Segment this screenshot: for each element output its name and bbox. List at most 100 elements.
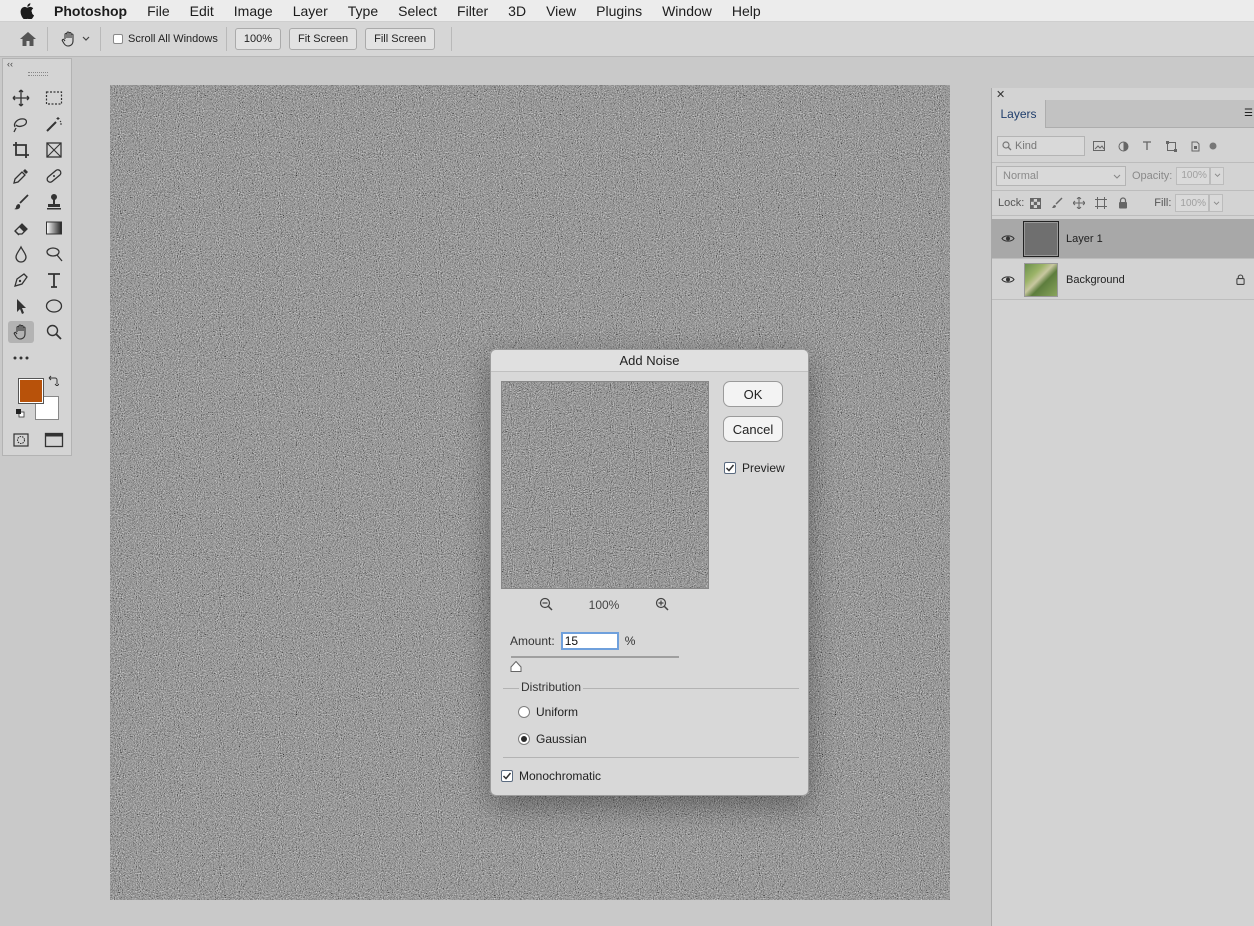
frame-tool-icon[interactable] [41,139,67,161]
fit-screen-button[interactable]: Fit Screen [289,28,358,50]
menu-file[interactable]: File [137,0,180,22]
menu-edit[interactable]: Edit [180,0,224,22]
layer-thumbnail [1023,220,1059,257]
menu-filter[interactable]: Filter [447,0,498,22]
menu-view[interactable]: View [536,0,586,22]
move-tool-icon[interactable] [8,87,34,109]
search-icon [1002,141,1012,151]
menu-plugins[interactable]: Plugins [586,0,652,22]
fill-dropdown-icon[interactable] [1209,194,1224,212]
checkmark-icon[interactable] [724,462,736,474]
layer-name[interactable]: Background [1066,274,1225,286]
checkmark-icon[interactable] [501,770,513,782]
radio-circle[interactable] [518,706,530,718]
quick-mask-icon[interactable] [8,429,34,451]
pen-tool-icon[interactable] [8,269,34,291]
marquee-tool-icon[interactable] [41,87,67,109]
filter-pixel-icon[interactable] [1087,136,1111,156]
blur-tool-icon[interactable] [8,243,34,265]
lasso-tool-icon[interactable] [8,113,34,135]
separator [47,27,48,51]
layer-row-layer-1[interactable]: Layer 1 [992,219,1254,259]
hand-tool-icon[interactable] [8,321,34,343]
menu-3d[interactable]: 3D [498,0,536,22]
eye-icon[interactable] [992,234,1024,243]
scroll-all-windows-checkbox[interactable]: Scroll All Windows [113,33,218,45]
fill-screen-button[interactable]: Fill Screen [365,28,436,50]
layer-name[interactable]: Layer 1 [1066,233,1254,245]
lock-image-pixels-icon[interactable] [1046,193,1068,213]
gradient-tool-icon[interactable] [41,217,67,239]
healing-brush-tool-icon[interactable] [41,165,67,187]
ellipse-tool-icon[interactable] [41,295,67,317]
dodge-tool-icon[interactable] [41,243,67,265]
tab-layers[interactable]: Layers [992,100,1046,128]
lock-position-icon[interactable] [1068,193,1090,213]
fill-input[interactable]: 100% [1175,194,1210,212]
menu-image[interactable]: Image [224,0,283,22]
brush-tool-icon[interactable] [8,191,34,213]
swap-colors-icon[interactable] [45,373,61,387]
apple-icon[interactable] [20,2,36,19]
home-icon[interactable] [17,28,39,50]
lock-transparent-pixels-icon[interactable] [1024,193,1046,213]
menu-window[interactable]: Window [652,0,722,22]
menu-type[interactable]: Type [338,0,388,22]
uniform-radio[interactable]: Uniform [518,705,578,719]
gaussian-radio[interactable]: Gaussian [518,732,587,746]
filter-adjustment-icon[interactable] [1111,136,1135,156]
preview-checkbox[interactable]: Preview [724,461,785,475]
cancel-button[interactable]: Cancel [723,416,783,442]
uniform-label: Uniform [536,705,579,719]
amount-slider-track[interactable] [511,656,679,658]
eraser-tool-icon[interactable] [8,217,34,239]
filter-shape-icon[interactable] [1159,136,1183,156]
separator [225,27,227,51]
lock-label: Lock: [998,197,1025,209]
screen-mode-icon[interactable] [41,429,67,451]
opacity-dropdown-icon[interactable] [1210,166,1225,185]
menu-app-photoshop[interactable]: Photoshop [54,0,137,22]
zoom-in-icon[interactable] [655,597,669,614]
type-tool-icon[interactable] [41,269,67,291]
lock-all-icon[interactable] [1112,193,1134,213]
default-colors-icon[interactable] [13,407,27,419]
panel-grip[interactable] [28,72,48,76]
hand-tool-icon[interactable] [56,28,82,50]
more-tools-icon[interactable] [8,347,34,369]
chevron-down-icon[interactable] [82,28,92,50]
crop-tool-icon[interactable] [8,139,34,161]
lock-artboard-icon[interactable] [1090,193,1112,213]
filter-toggle-icon[interactable] [1207,136,1219,156]
eyedropper-tool-icon[interactable] [8,165,34,187]
filter-type-icon[interactable] [1135,136,1159,156]
menu-bar: Photoshop File Edit Image Layer Type Sel… [0,0,1254,22]
amount-input[interactable]: 15 [560,632,619,650]
eye-icon[interactable] [992,275,1024,284]
magic-wand-tool-icon[interactable] [41,113,67,135]
zoom-100-button[interactable]: 100% [234,28,281,50]
preview-area[interactable] [501,381,709,589]
menu-select[interactable]: Select [388,0,447,22]
zoom-tool-icon[interactable] [41,321,67,343]
opacity-label: Opacity: [1132,169,1173,182]
menu-help[interactable]: Help [722,0,771,22]
ok-button[interactable]: OK [723,381,783,407]
zoom-out-icon[interactable] [539,597,553,614]
monochromatic-checkbox[interactable]: Monochromatic [501,769,601,783]
panel-menu-icon[interactable]: ☰ [1244,108,1253,119]
opacity-input[interactable]: 100% [1176,166,1211,185]
lock-icon[interactable] [1225,274,1254,285]
checkbox-box[interactable] [113,34,123,44]
tools-panel: ‹‹ [2,58,72,456]
clone-stamp-tool-icon[interactable] [41,191,67,213]
filter-kind-select[interactable]: Kind [997,136,1085,156]
collapse-icon[interactable]: ‹‹ [7,59,13,69]
menu-layer[interactable]: Layer [283,0,338,22]
blend-mode-select[interactable]: Normal [996,165,1126,186]
layer-row-background[interactable]: Background [992,260,1254,300]
foreground-color-swatch[interactable] [18,378,44,404]
filter-smart-object-icon[interactable] [1183,136,1207,156]
path-selection-tool-icon[interactable] [8,295,34,317]
radio-circle[interactable] [518,733,530,745]
